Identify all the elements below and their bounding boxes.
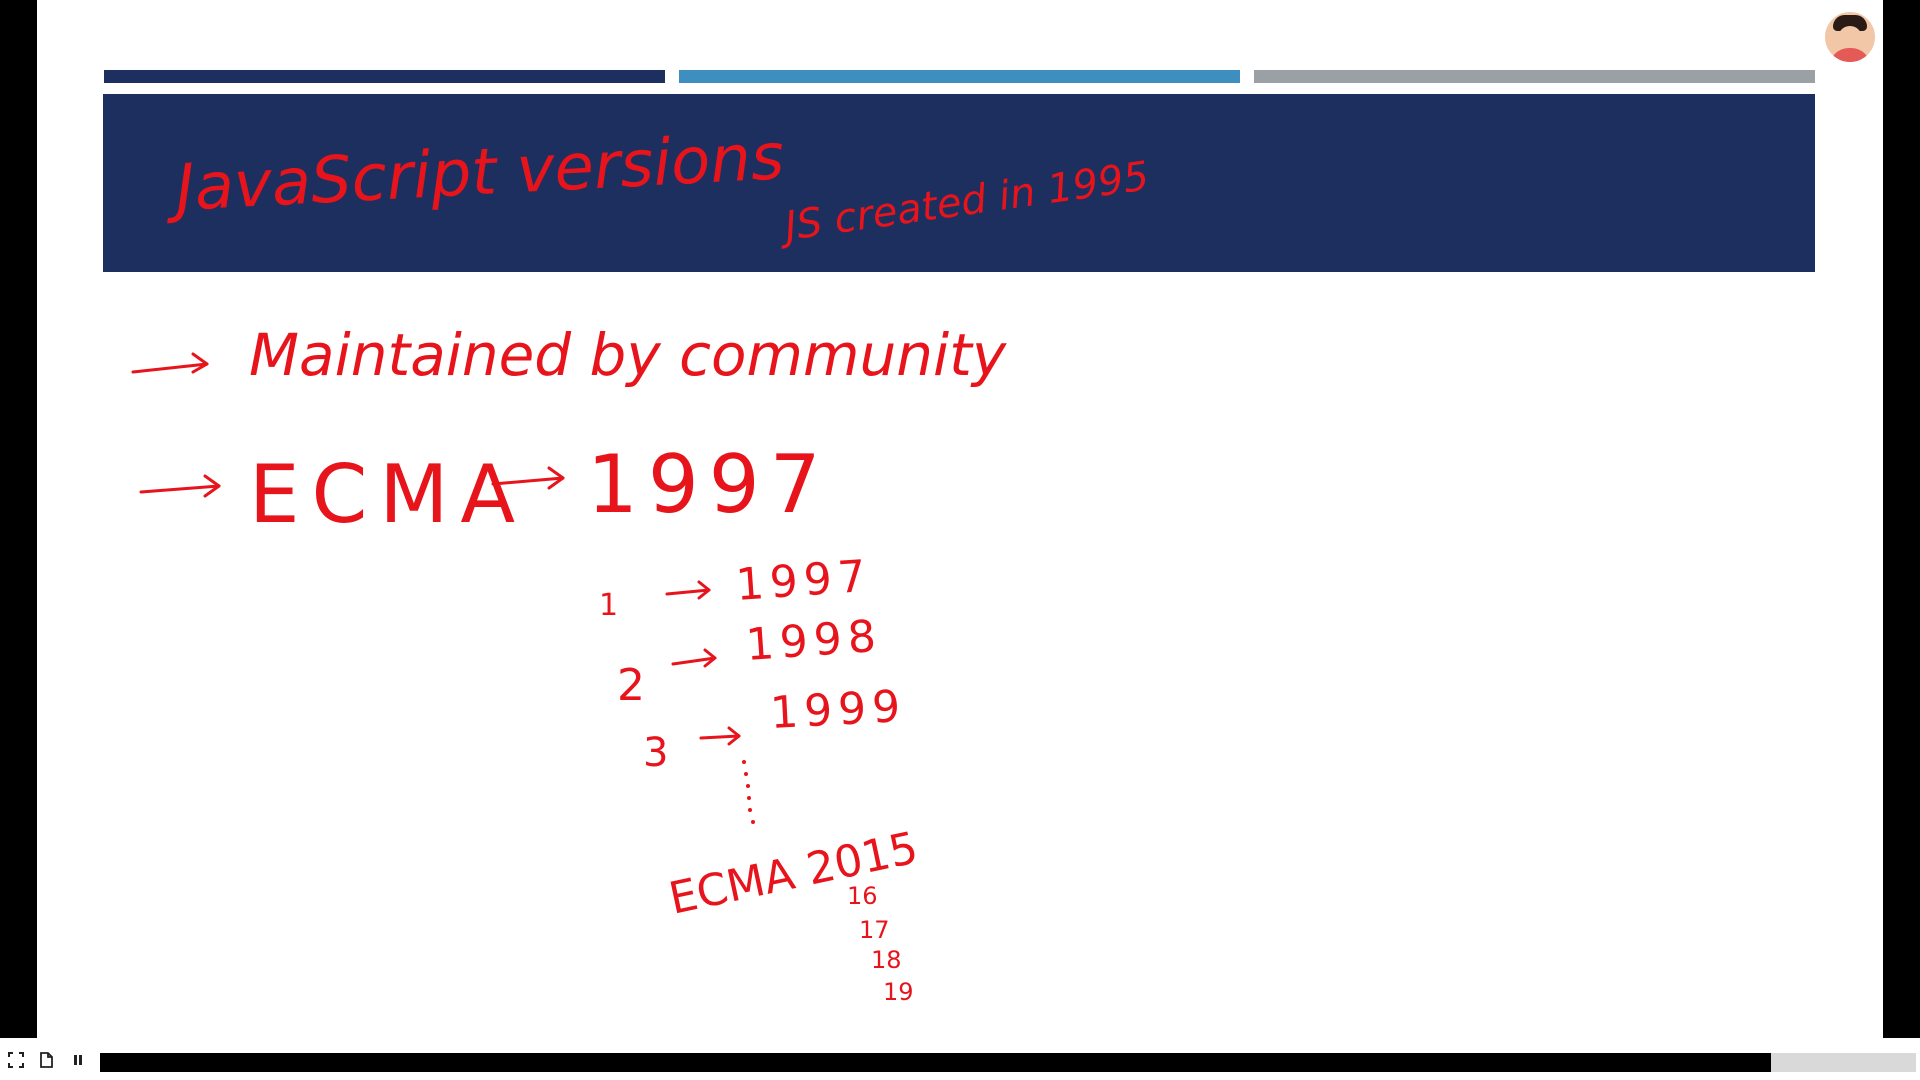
ecma-arrow — [491, 466, 565, 490]
ecma-year: 1997 — [587, 438, 831, 531]
later-version-16: 16 — [847, 882, 878, 910]
version-2-year: 1998 — [744, 611, 883, 671]
progress-bar[interactable] — [100, 1053, 1916, 1072]
top-band-navy — [104, 70, 665, 83]
page-icon[interactable] — [38, 1052, 54, 1068]
version-1-num: 1 — [599, 588, 618, 623]
version-1-year: 1997 — [734, 551, 873, 611]
version-2-num: 2 — [617, 660, 645, 711]
version-1-arrow — [665, 580, 711, 600]
progress-fill — [100, 1053, 1771, 1072]
pause-icon[interactable] — [70, 1052, 86, 1068]
top-band-gray — [1254, 70, 1815, 83]
presenter-avatar — [1825, 12, 1875, 62]
fullscreen-icon[interactable] — [8, 1052, 24, 1068]
later-version-18: 18 — [871, 946, 902, 974]
bullet-arrow-2 — [139, 474, 221, 498]
version-3-year: 1999 — [769, 681, 907, 739]
version-2-arrow — [671, 648, 717, 668]
bullet-ecma: ECMA — [249, 448, 527, 541]
top-band-blue — [679, 70, 1240, 83]
slide: JavaScript versions JS created in 1995 M… — [37, 0, 1883, 1038]
ecma-2015: ECMA 2015 — [665, 822, 923, 924]
bullet-community: Maintained by community — [249, 321, 1007, 389]
title-box — [103, 94, 1815, 272]
later-version-19: 19 — [883, 978, 914, 1006]
version-3-arrow — [699, 726, 741, 746]
version-3-num: 3 — [643, 730, 668, 776]
bullet-arrow-1 — [131, 352, 209, 374]
later-version-17: 17 — [859, 916, 890, 944]
continuation-dots — [742, 760, 755, 824]
